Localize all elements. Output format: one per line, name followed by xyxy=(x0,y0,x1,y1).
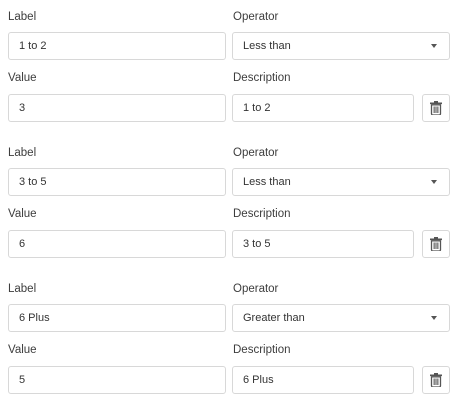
description-input[interactable]: 6 Plus xyxy=(232,366,414,394)
trash-icon xyxy=(430,373,442,387)
delete-rule-button[interactable] xyxy=(422,94,450,122)
operator-field-label: Operator xyxy=(233,283,279,295)
operator-select[interactable]: Greater than xyxy=(232,304,450,332)
operator-select-value: Less than xyxy=(243,40,291,52)
operator-select-value: Less than xyxy=(243,176,291,188)
chevron-down-icon xyxy=(431,44,437,48)
operator-select-value: Greater than xyxy=(243,312,305,324)
value-field-label: Value xyxy=(8,72,37,84)
label-field-label: Label xyxy=(8,283,37,295)
description-field-label: Description xyxy=(233,344,291,356)
value-field-label: Value xyxy=(8,344,37,356)
delete-rule-button[interactable] xyxy=(422,366,450,394)
description-field-label: Description xyxy=(233,72,291,84)
chevron-down-icon xyxy=(431,180,437,184)
label-input[interactable]: 3 to 5 xyxy=(8,168,226,196)
label-field-label: Label xyxy=(8,147,37,159)
operator-select[interactable]: Less than xyxy=(232,168,450,196)
description-input[interactable]: 3 to 5 xyxy=(232,230,414,258)
label-input[interactable]: 6 Plus xyxy=(8,304,226,332)
operator-field-label: Operator xyxy=(233,11,279,23)
rule-group: Label Operator 6 Plus Greater than Value… xyxy=(0,272,460,397)
description-input[interactable]: 1 to 2 xyxy=(232,94,414,122)
operator-field-label: Operator xyxy=(233,147,279,159)
operator-select[interactable]: Less than xyxy=(232,32,450,60)
value-input[interactable]: 3 xyxy=(8,94,226,122)
value-field-label: Value xyxy=(8,208,37,220)
rule-group: Label Operator 3 to 5 Less than Value De… xyxy=(0,136,460,261)
trash-icon xyxy=(430,101,442,115)
chevron-down-icon xyxy=(431,316,437,320)
value-input[interactable]: 6 xyxy=(8,230,226,258)
value-input[interactable]: 5 xyxy=(8,366,226,394)
label-field-label: Label xyxy=(8,11,37,23)
description-field-label: Description xyxy=(233,208,291,220)
delete-rule-button[interactable] xyxy=(422,230,450,258)
rule-group: Label Operator 1 to 2 Less than Value De… xyxy=(0,0,460,125)
trash-icon xyxy=(430,237,442,251)
label-input[interactable]: 1 to 2 xyxy=(8,32,226,60)
